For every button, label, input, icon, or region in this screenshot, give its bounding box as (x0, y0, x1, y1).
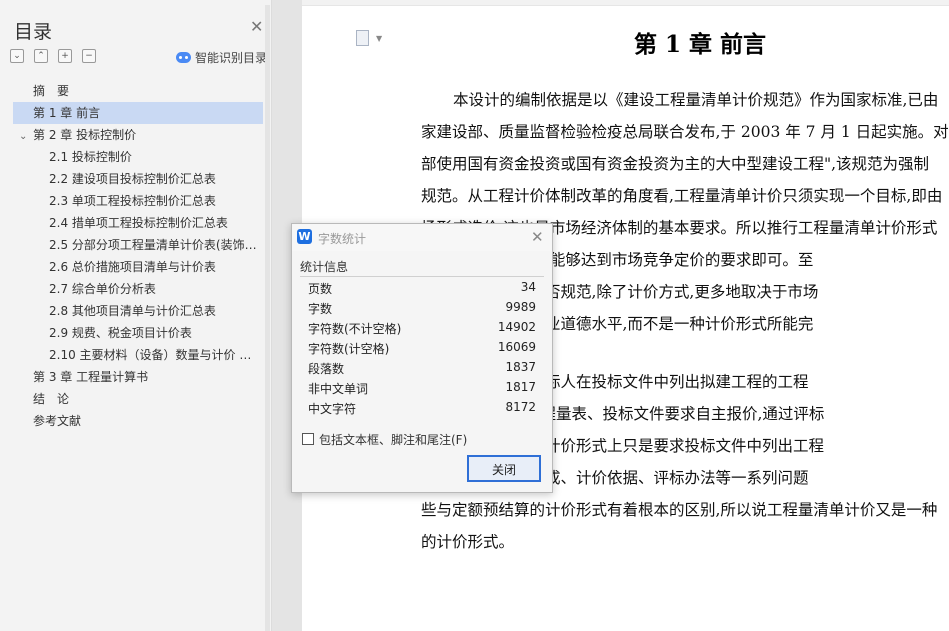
robot-icon (176, 52, 191, 63)
toc-item[interactable]: 2.4 措单项工程投标控制价汇总表 (13, 212, 263, 234)
toc-panel: 目录 ✕ ⌄ ⌃ + − 智能识别目录 摘 要第 1 章 前言 ⌄ 第 2 章 投标… (0, 0, 272, 631)
toc-item-label: 摘 要 (33, 84, 70, 98)
toc-item[interactable]: 2.5 分部分项工程量清单计价表(装饰… (13, 234, 263, 256)
paragraph-line: 家建设部、质量监督检验检疫总局联合发布,于 2003 年 7 月 1 日起实施。… (421, 123, 949, 141)
page-top-edge (302, 0, 949, 6)
stat-value: 34 (520, 280, 536, 294)
toc-item-label: 第 1 章 前言 (33, 106, 101, 120)
chevron-down-icon[interactable]: ▼ (376, 34, 382, 43)
toc-item[interactable]: 2.9 规费、税金项目计价表 (13, 322, 263, 344)
toc-item[interactable]: 2.6 总价措施项目清单与计价表 (13, 256, 263, 278)
toc-item[interactable]: ⌄ 第 2 章 投标控制价 (13, 124, 263, 146)
stat-label: 中文字符 (308, 402, 357, 416)
toc-item-label: 第 2 章 投标控制价 (33, 128, 137, 142)
stat-label: 字数 (308, 302, 333, 316)
toc-item[interactable]: 第 3 章 工程量计算书 (13, 366, 263, 388)
stat-label: 字符数(不计空格) (308, 322, 402, 336)
remove-level-icon[interactable]: − (82, 49, 96, 63)
stat-label: 页数 (308, 282, 333, 296)
paragraph-line: 部使用国有资金投资或国有资金投资为主的大中型建设工程",该规范为强制 (421, 155, 930, 173)
stat-row: 中文字符 8172 (308, 400, 536, 420)
stat-row: 字符数(不计空格) 14902 (308, 320, 536, 340)
toc-item[interactable]: 2.7 综合单价分析表 (13, 278, 263, 300)
chevron-down-icon[interactable]: ⌄ (19, 126, 31, 146)
stat-value: 1817 (505, 380, 536, 394)
toc-item-label: 2.9 规费、税金项目计价表 (49, 326, 192, 340)
toc-item-label: 2.3 单项工程投标控制价汇总表 (49, 194, 216, 208)
stats-section-label: 统计信息 (300, 260, 349, 274)
smart-toc-label: 智能识别目录 (195, 51, 268, 65)
close-button[interactable]: 关闭 (467, 455, 541, 482)
expand-all-icon[interactable]: ⌃ (34, 49, 48, 63)
dialog-close-icon[interactable]: ✕ (531, 228, 544, 246)
toc-item-label: 2.1 投标控制价 (49, 150, 132, 164)
stat-label: 字符数(计空格) (308, 342, 390, 356)
stat-value: 1837 (505, 360, 536, 374)
chapter-heading: 第 1 章 前言 (634, 31, 767, 58)
stat-row: 段落数 1837 (308, 360, 536, 380)
toc-item[interactable]: 2.2 建设项目投标控制价汇总表 (13, 168, 263, 190)
stat-value: 16069 (497, 340, 536, 354)
toc-item-label: 2.6 总价措施项目清单与计价表 (49, 260, 216, 274)
stat-row: 字数 9989 (308, 300, 536, 320)
paragraph-line: 本设计的编制依据是以《建设工程量清单计价规范》作为国家标准,已由 (453, 91, 939, 109)
toc-item-label: 第 3 章 工程量计算书 (33, 370, 149, 384)
toc-scrollbar[interactable] (265, 5, 270, 631)
dialog-title: 字数统计 (318, 232, 367, 246)
add-level-icon[interactable]: + (58, 49, 72, 63)
paragraph-line: 规范。从工程计价体制改革的角度看,工程量清单计价只须实现一个目标,即由 (421, 187, 943, 205)
toc-item[interactable]: 2.10 主要材料（设备）数量与计价 … (13, 344, 263, 366)
checkbox-label: 包括文本框、脚注和尾注(F) (319, 433, 468, 447)
smart-toc-button[interactable]: 智能识别目录 (176, 49, 267, 66)
toc-item-label: 结 论 (33, 392, 70, 406)
toc-item[interactable]: 2.3 单项工程投标控制价汇总表 (13, 190, 263, 212)
toc-item-label: 2.7 综合单价分析表 (49, 282, 156, 296)
toc-item-label: 2.5 分部分项工程量清单计价表(装饰… (49, 238, 257, 252)
stat-value: 8172 (505, 400, 536, 414)
paragraph-line: 的计价形式。 (421, 533, 515, 551)
word-count-dialog: W 字数统计 ✕ 统计信息 页数 34 字数 9989 字符数(不计空格) 14902 字符… (291, 223, 553, 493)
toc-item[interactable]: 结 论 (13, 388, 263, 410)
toc-list: 摘 要第 1 章 前言 ⌄ 第 2 章 投标控制价 2.1 投标控制价 2.2 建设项目… (13, 80, 263, 432)
wps-logo-icon: W (297, 229, 312, 244)
toc-item[interactable]: 摘 要 (13, 80, 263, 102)
paragraph-line: 些与定额预结算的计价形式有着根本的区别,所以说工程量清单计价又是一种 (421, 501, 938, 519)
toc-item[interactable]: 参考文献 (13, 410, 263, 432)
document-icon[interactable] (356, 30, 369, 46)
toc-item[interactable]: 第 1 章 前言 (13, 102, 263, 124)
stat-value: 9989 (505, 300, 536, 314)
stat-row: 字符数(计空格) 16069 (308, 340, 536, 360)
checkbox-box[interactable] (302, 433, 314, 445)
collapse-all-icon[interactable]: ⌄ (10, 49, 24, 63)
stat-value: 14902 (497, 320, 536, 334)
toc-item[interactable]: 2.8 其他项目清单与计价汇总表 (13, 300, 263, 322)
stat-row: 页数 34 (308, 280, 536, 300)
stat-label: 非中文单词 (308, 382, 369, 396)
toc-item-label: 2.4 措单项工程投标控制价汇总表 (49, 216, 228, 230)
toc-title: 目录 (14, 21, 53, 43)
toc-item[interactable]: 2.1 投标控制价 (13, 146, 263, 168)
close-icon[interactable]: ✕ (250, 19, 263, 35)
divider (300, 276, 544, 277)
stat-row: 非中文单词 1817 (308, 380, 536, 400)
toc-item-label: 参考文献 (33, 414, 82, 428)
toc-item-label: 2.8 其他项目清单与计价汇总表 (49, 304, 216, 318)
toc-item-label: 2.2 建设项目投标控制价汇总表 (49, 172, 216, 186)
stat-label: 段落数 (308, 362, 345, 376)
toc-item-label: 2.10 主要材料（设备）数量与计价 … (49, 348, 252, 362)
include-textbox-checkbox[interactable]: 包括文本框、脚注和尾注(F) (302, 431, 467, 448)
